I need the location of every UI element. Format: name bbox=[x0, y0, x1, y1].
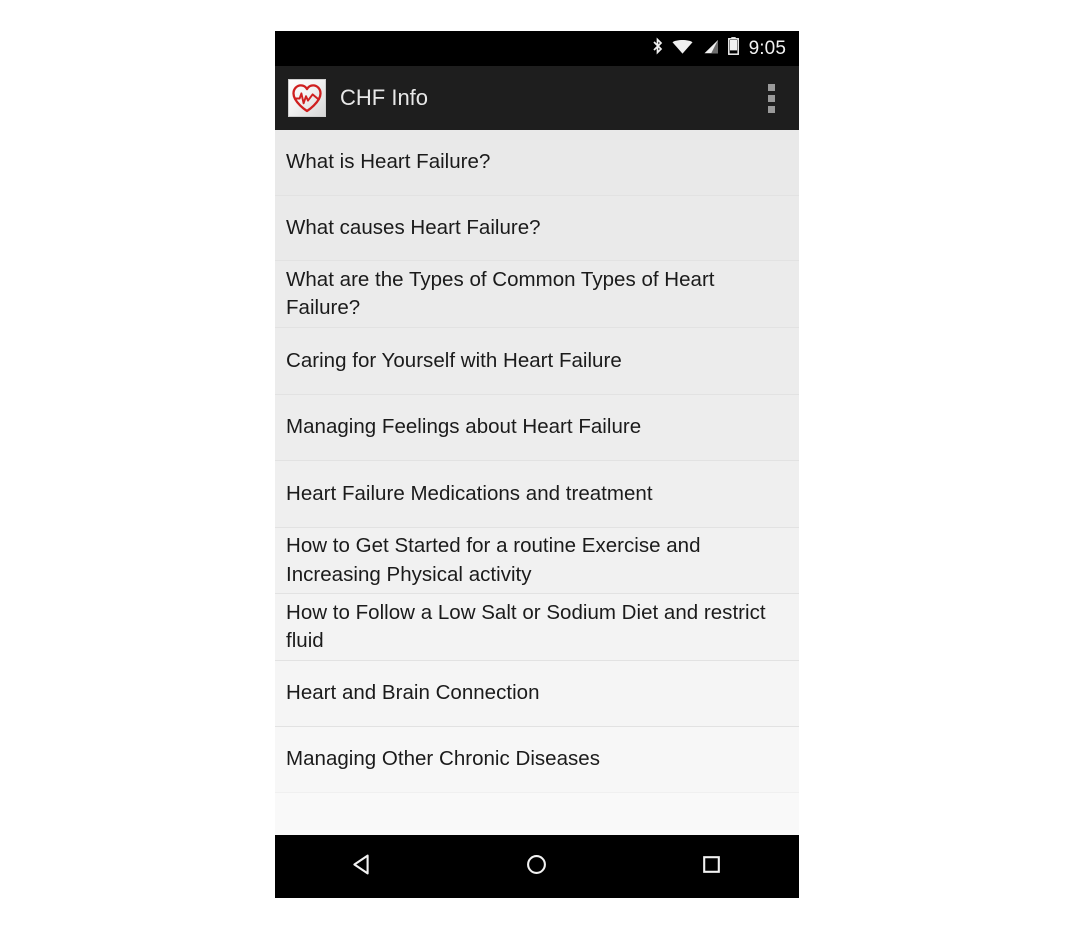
list-item-label: Caring for Yourself with Heart Failure bbox=[286, 348, 622, 372]
list-item[interactable]: Heart and Brain Connection bbox=[275, 661, 799, 727]
recents-button[interactable] bbox=[669, 835, 755, 898]
cellular-signal-icon bbox=[701, 37, 720, 61]
list-item-label: Heart and Brain Connection bbox=[286, 681, 540, 705]
list-item-label: What is Heart Failure? bbox=[286, 150, 491, 174]
status-bar: 9:05 bbox=[275, 31, 799, 66]
topic-list: What is Heart Failure? What causes Heart… bbox=[275, 130, 799, 835]
back-button[interactable] bbox=[319, 835, 405, 898]
list-item[interactable]: What causes Heart Failure? bbox=[275, 196, 799, 261]
recents-square-icon bbox=[698, 851, 725, 883]
list-item[interactable]: Managing Feelings about Heart Failure bbox=[275, 395, 799, 461]
overflow-dot-3 bbox=[767, 105, 775, 113]
list-empty-area bbox=[275, 793, 799, 835]
list-item-label: Managing Other Chronic Diseases bbox=[286, 747, 600, 771]
list-item-label: How to Follow a Low Salt or Sodium Diet … bbox=[286, 600, 766, 652]
home-button[interactable] bbox=[494, 835, 580, 898]
home-circle-icon bbox=[523, 851, 550, 883]
android-navigation-bar bbox=[275, 835, 799, 898]
list-item[interactable]: What is Heart Failure? bbox=[275, 130, 799, 196]
list-item[interactable]: How to Follow a Low Salt or Sodium Diet … bbox=[275, 594, 799, 661]
heart-ecg-app-icon bbox=[288, 79, 326, 117]
status-bar-clock: 9:05 bbox=[748, 38, 786, 59]
list-item[interactable]: Caring for Yourself with Heart Failure bbox=[275, 328, 799, 395]
list-item[interactable]: What are the Types of Common Types of He… bbox=[275, 261, 799, 328]
list-item-label: How to Get Started for a routine Exercis… bbox=[286, 534, 701, 586]
battery-icon bbox=[727, 36, 740, 61]
list-item-label: What are the Types of Common Types of He… bbox=[286, 267, 715, 319]
bluetooth-icon bbox=[651, 36, 664, 61]
list-item-label: Heart Failure Medications and treatment bbox=[286, 481, 653, 505]
overflow-dot-2 bbox=[767, 94, 775, 102]
overflow-menu-button[interactable] bbox=[760, 81, 782, 115]
back-triangle-icon bbox=[349, 851, 376, 883]
wifi-icon bbox=[671, 37, 694, 61]
list-item[interactable]: Heart Failure Medications and treatment bbox=[275, 461, 799, 528]
list-item-label: Managing Feelings about Heart Failure bbox=[286, 415, 642, 439]
list-item[interactable]: Managing Other Chronic Diseases bbox=[275, 727, 799, 793]
app-title: CHF Info bbox=[340, 85, 429, 110]
list-item[interactable]: How to Get Started for a routine Exercis… bbox=[275, 528, 799, 594]
list-item-label: What causes Heart Failure? bbox=[286, 215, 541, 239]
status-bar-icons bbox=[651, 36, 740, 61]
phone-screen: 9:05 CHF Info What is Heart Failure? Wha… bbox=[275, 31, 799, 898]
overflow-dot-1 bbox=[767, 83, 775, 91]
action-bar: CHF Info bbox=[275, 66, 799, 130]
